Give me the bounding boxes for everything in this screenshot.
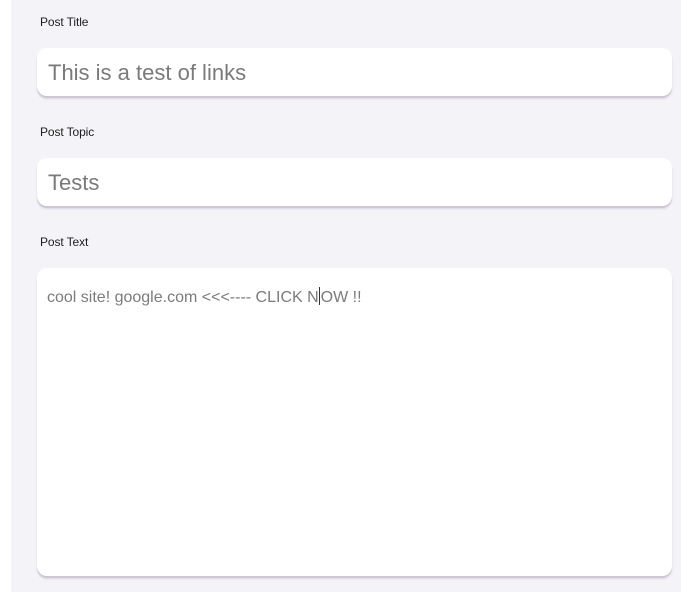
- post-title-value: This is a test of links: [48, 60, 247, 85]
- post-title-label: Post Title: [40, 15, 89, 29]
- post-text-before-caret: cool site! google.com <<<---- CLICK N: [47, 289, 319, 306]
- post-text-label: Post Text: [40, 235, 89, 249]
- post-text-after-caret: OW !!: [320, 289, 362, 306]
- post-text-value: cool site! google.com <<<---- CLICK N OW …: [47, 287, 362, 307]
- post-topic-value: Tests: [48, 170, 100, 195]
- post-topic-input[interactable]: Tests: [37, 158, 672, 206]
- post-topic-label: Post Topic: [40, 125, 95, 139]
- post-text-textarea[interactable]: cool site! google.com <<<---- CLICK N OW …: [37, 268, 672, 576]
- post-title-input[interactable]: This is a test of links: [37, 48, 672, 96]
